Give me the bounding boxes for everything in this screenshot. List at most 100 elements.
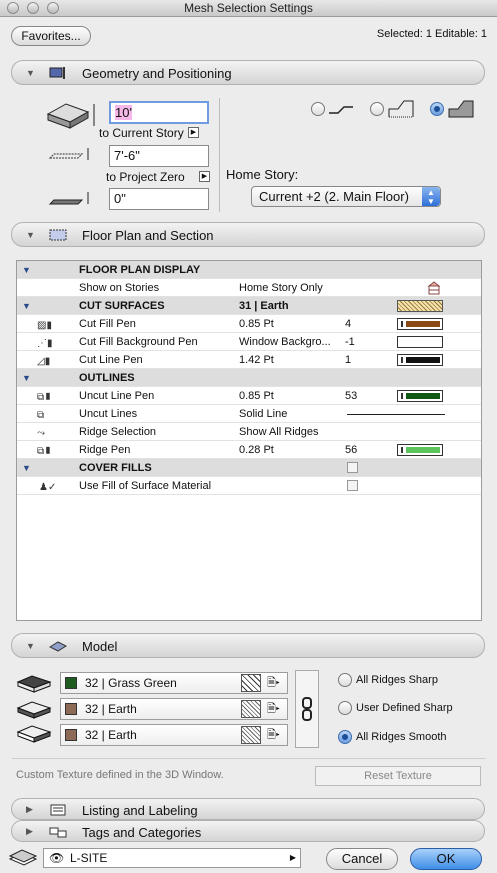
surface-only-icon <box>329 106 353 114</box>
user-defined-sharp-label: User Defined Sharp <box>356 702 453 714</box>
eye-icon: 👁 <box>49 851 65 865</box>
cover-fills-checkbox[interactable] <box>347 462 358 473</box>
reset-texture-button[interactable]: Reset Texture <box>315 766 481 786</box>
use-fill-checkbox[interactable] <box>347 480 358 491</box>
material-color-icon <box>65 729 77 741</box>
material-menu-icon[interactable]: 🗎▸ <box>267 725 280 745</box>
divider <box>12 758 486 759</box>
zoom-window-button[interactable] <box>47 2 59 14</box>
home-story-select[interactable]: Current +2 (2. Main Floor) ▲ ▼ <box>251 186 441 207</box>
table-row-ridge-pen[interactable]: ⧉▮ Ridge Pen 0.28 Pt 56 <box>17 441 481 459</box>
top-surface-material[interactable]: 32 | Grass Green 🗎▸ <box>60 672 288 694</box>
mesh-type-solid-radio[interactable] <box>430 102 444 116</box>
section-label: Model <box>82 639 118 654</box>
material-color-icon <box>65 703 77 715</box>
minimize-window-button[interactable] <box>27 2 39 14</box>
solid-line-preview <box>347 414 445 415</box>
layer-select[interactable]: 👁 L-SITE ▶ <box>43 848 301 868</box>
project-zero-icon <box>48 148 89 160</box>
mesh-selection-settings-window: Mesh Selection Settings Favorites... Sel… <box>0 0 497 873</box>
paint-bucket-check-icon: ♟✓ <box>39 482 57 493</box>
earth-fill-pattern-icon <box>397 300 443 312</box>
title-bar: Mesh Selection Settings <box>0 0 497 17</box>
model-icon <box>48 641 68 652</box>
table-row-cover-fills[interactable]: ▼ COVER FILLS <box>17 459 481 477</box>
mesh-offset-icon <box>46 103 95 129</box>
home-story-label: Home Story: <box>226 167 299 182</box>
side-surface-icon <box>16 701 52 719</box>
disclosure-open-icon: ▼ <box>22 301 31 311</box>
vertical-divider <box>219 98 220 212</box>
disclosure-open-icon: ▼ <box>26 641 35 651</box>
floor-plan-icon <box>49 229 67 241</box>
surface-sides-icon <box>388 100 414 118</box>
chain-link-icon <box>302 697 312 721</box>
section-label: Listing and Labeling <box>82 803 198 818</box>
mesh-type-surface-radio[interactable] <box>311 102 325 116</box>
offset-ref-menu-arrow-icon[interactable]: ▶ <box>188 127 199 138</box>
dropdown-arrow-icon: ▶ <box>289 853 296 862</box>
table-row-outlines[interactable]: ▼ OUTLINES <box>17 369 481 387</box>
table-row-cut-surfaces[interactable]: ▼ CUT SURFACES 31 | Earth <box>17 297 481 315</box>
window-title: Mesh Selection Settings <box>184 1 313 15</box>
close-window-button[interactable] <box>7 2 19 14</box>
listing-icon <box>50 804 66 816</box>
section-model[interactable]: ▼ Model <box>11 633 485 658</box>
disclosure-closed-icon: ▶ <box>26 826 33 836</box>
material-color-icon <box>65 677 77 689</box>
offset-field[interactable]: 10' <box>109 101 209 124</box>
pen-color-swatch[interactable] <box>397 354 443 366</box>
pen-color-swatch[interactable] <box>397 390 443 402</box>
table-row-cut-fill-pen[interactable]: ▨▮ Cut Fill Pen 0.85 Pt 4 <box>17 315 481 333</box>
project-zero-label: to Project Zero <box>106 170 185 184</box>
favorites-button[interactable]: Favorites... <box>11 26 91 46</box>
section-label: Tags and Categories <box>82 825 202 840</box>
material-menu-icon[interactable]: 🗎▸ <box>267 699 280 719</box>
story-stack-icon <box>427 281 441 295</box>
table-row-floor-plan-display[interactable]: ▼ FLOOR PLAN DISPLAY <box>17 261 481 279</box>
thickness-field[interactable]: 0" <box>109 188 209 210</box>
section-geometry-positioning[interactable]: ▼ Geometry and Positioning <box>11 60 485 85</box>
chain-link-button[interactable] <box>295 670 319 748</box>
project-zero-menu-arrow-icon[interactable]: ▶ <box>199 171 210 182</box>
tags-icon <box>49 827 67 838</box>
top-surface-icon <box>16 675 52 693</box>
custom-texture-note: Custom Texture defined in the 3D Window. <box>16 769 224 781</box>
material-menu-icon[interactable]: 🗎▸ <box>267 673 280 693</box>
table-row-cut-fill-background-pen[interactable]: ⋰▮ Cut Fill Background Pen Window Backgro.… <box>17 333 481 351</box>
pen-color-swatch[interactable] <box>397 336 443 348</box>
section-label: Floor Plan and Section <box>82 228 214 243</box>
layers-icon <box>8 849 38 866</box>
solid-body-icon <box>448 100 474 118</box>
select-arrows-icon: ▲ ▼ <box>422 187 440 206</box>
texture-preview-icon[interactable] <box>241 700 261 718</box>
section-floor-plan[interactable]: ▼ Floor Plan and Section <box>11 222 485 247</box>
table-row-use-fill-of-surface-material[interactable]: ♟✓ Use Fill of Surface Material <box>17 477 481 495</box>
texture-preview-icon[interactable] <box>241 726 261 744</box>
mesh-type-side-radio[interactable] <box>370 102 384 116</box>
ok-button[interactable]: OK <box>410 848 482 870</box>
side-surface-material[interactable]: 32 | Earth 🗎▸ <box>60 698 288 720</box>
table-row-ridge-selection[interactable]: ⤳ Ridge Selection Show All Ridges <box>17 423 481 441</box>
table-row-uncut-lines[interactable]: ⧉ Uncut Lines Solid Line <box>17 405 481 423</box>
ridges-smooth-radio[interactable] <box>338 730 352 744</box>
disclosure-open-icon: ▼ <box>22 463 31 473</box>
texture-preview-icon[interactable] <box>241 674 261 692</box>
section-listing-labeling[interactable]: ▶ Listing and Labeling <box>11 798 485 820</box>
pen-color-swatch[interactable] <box>397 444 443 456</box>
disclosure-open-icon: ▼ <box>22 265 31 275</box>
table-row-show-on-stories[interactable]: Show on Stories Home Story Only <box>17 279 481 297</box>
user-defined-sharp-radio[interactable] <box>338 701 352 715</box>
cancel-button[interactable]: Cancel <box>326 848 398 870</box>
pen-color-swatch[interactable] <box>397 318 443 330</box>
offset-ref-label: to Current Story <box>99 126 184 140</box>
section-tags-categories[interactable]: ▶ Tags and Categories <box>11 820 485 842</box>
disclosure-open-icon: ▼ <box>26 230 35 240</box>
project-zero-field[interactable]: 7'-6" <box>109 145 209 167</box>
ridges-sharp-radio[interactable] <box>338 673 352 687</box>
bottom-surface-material[interactable]: 32 | Earth 🗎▸ <box>60 724 288 746</box>
disclosure-closed-icon: ▶ <box>26 804 33 814</box>
table-row-cut-line-pen[interactable]: ◿▮ Cut Line Pen 1.42 Pt 1 <box>17 351 481 369</box>
table-row-uncut-line-pen[interactable]: ⧉▮ Uncut Line Pen 0.85 Pt 53 <box>17 387 481 405</box>
floor-plan-settings-table: ▼ FLOOR PLAN DISPLAY Show on Stories Home … <box>16 260 482 621</box>
